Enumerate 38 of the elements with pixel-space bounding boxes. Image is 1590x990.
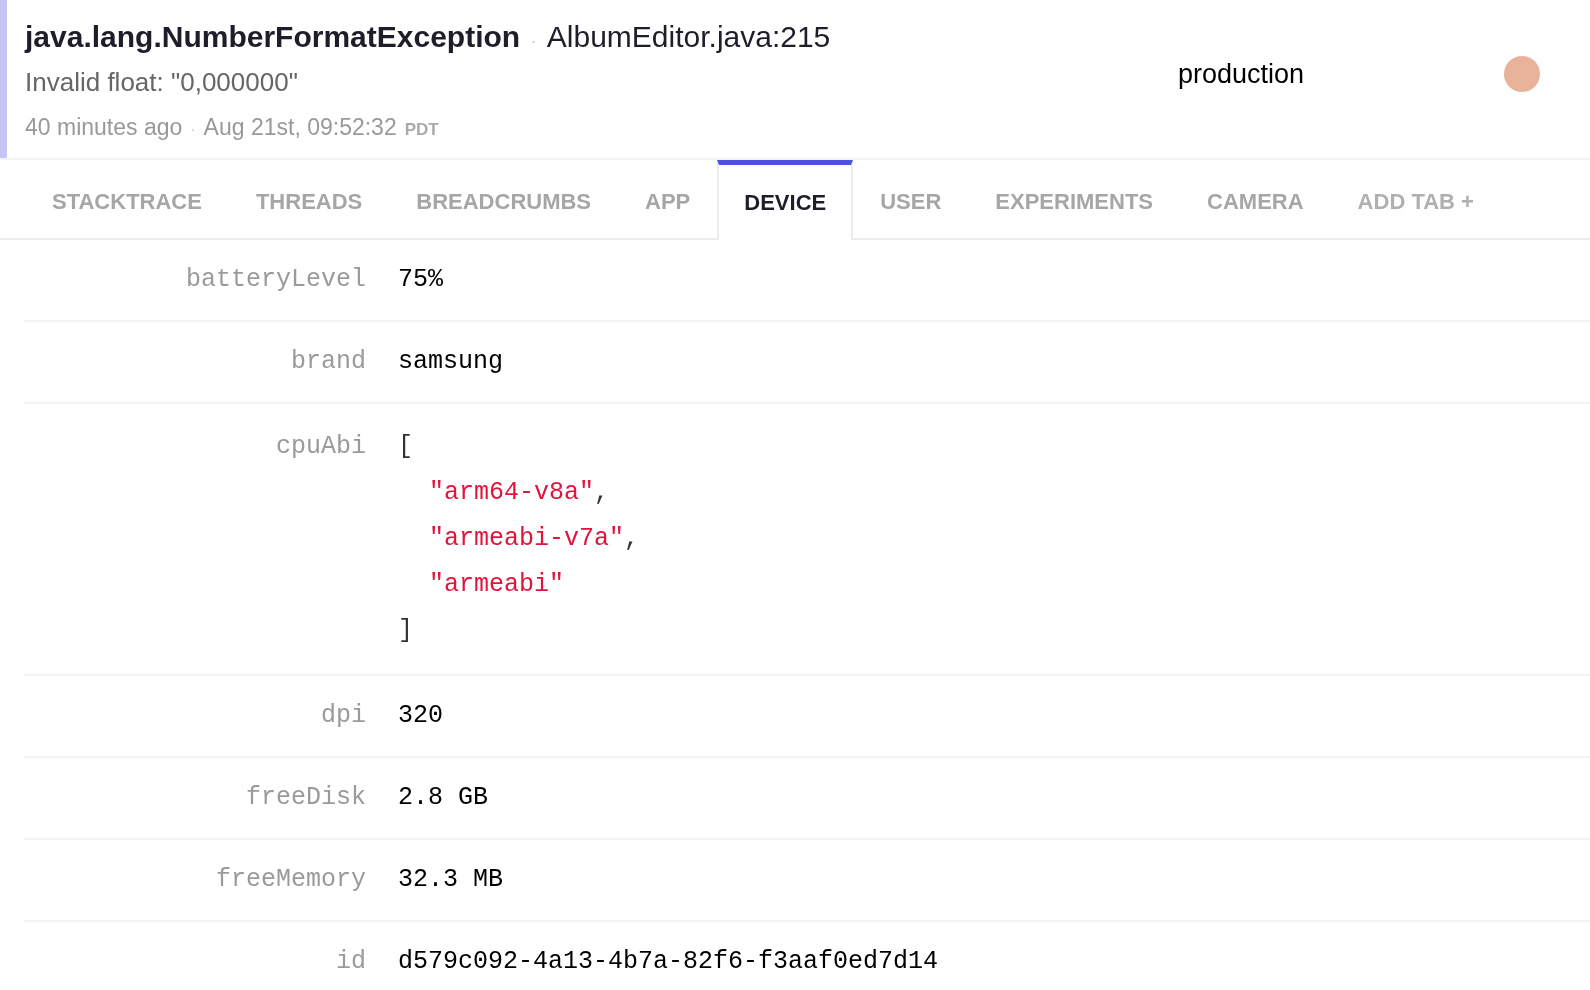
error-message: Invalid float: "0,000000" [25,66,299,99]
exception-title: java.lang.NumberFormatException [25,19,521,55]
timestamp: Aug 21st, 09:52:32 [203,113,397,142]
tab[interactable]: APP [618,160,718,238]
property-key: batteryLevel [185,265,366,295]
property-key: dpi [321,701,366,731]
property-value: 32.3 MB [398,864,504,897]
property-value: d579c092-4a13-4b7a-82f6-f3aaf0ed7d14 [398,946,939,979]
property-key: cpuAbi [276,432,366,461]
tab[interactable]: CAMERA [1180,160,1331,238]
timezone: PDT [404,119,439,141]
property-value: 2.8 GB [398,782,488,815]
property-value: samsung [398,346,504,379]
property-key: id [336,947,366,977]
property-key: freeDisk [245,783,366,813]
relative-time: 40 minutes ago [25,113,183,142]
property-value: 320 [398,700,443,733]
comma: , [594,477,610,509]
bracket: ] [398,615,413,647]
bracket: [ [398,431,413,463]
tab[interactable]: THREADS [228,160,390,238]
tab[interactable]: USER [853,160,969,238]
comma: , [624,523,640,555]
string-value: "armeabi" [429,569,565,601]
error-location: AlbumEditor.java:215 [546,19,831,55]
property-key: brand [291,347,366,377]
string-value: "arm64-v8a" [429,477,595,509]
tab[interactable]: BREADCRUMBS [389,160,619,238]
separator-dot: · [190,120,196,140]
tab[interactable]: DEVICE [717,160,854,240]
tab[interactable]: EXPERIMENTS [968,160,1181,238]
release-stage: production [1177,57,1304,91]
separator-dot: · [530,28,537,53]
property-key: freeMemory [215,865,366,895]
add-tab-button[interactable]: ADD TAB + [1330,160,1501,238]
string-value: "armeabi-v7a" [429,523,625,555]
tab[interactable]: STACKTRACE [25,160,229,238]
property-value: 75% [398,264,443,297]
